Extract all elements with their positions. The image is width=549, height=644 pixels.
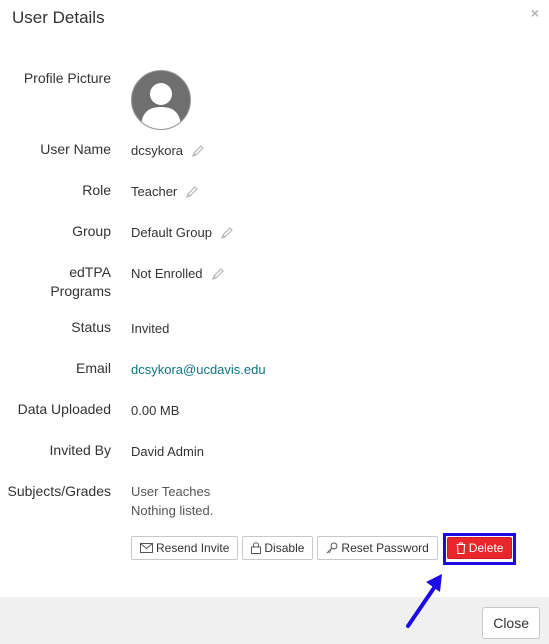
edtpa-value: Not Enrolled [131, 264, 225, 283]
resend-invite-label: Resend Invite [156, 541, 230, 555]
resend-invite-button[interactable]: Resend Invite [131, 536, 239, 560]
role-label: Role [82, 182, 111, 198]
email-link[interactable]: dcsykora@ucdavis.edu [131, 360, 266, 379]
action-button-row: Resend Invite Disable Reset Password Del… [131, 533, 517, 565]
user-name-label: User Name [40, 141, 111, 157]
reset-password-label: Reset Password [341, 541, 429, 555]
key-icon [327, 542, 338, 554]
trash-icon [456, 542, 466, 554]
subjects-grades-value: User Teaches Nothing listed. [131, 482, 213, 520]
envelope-icon [140, 543, 153, 553]
edtpa-label-line2: Programs [50, 283, 111, 299]
pencil-icon[interactable] [191, 144, 205, 158]
disable-label: Disable [264, 541, 305, 555]
subjects-line2: Nothing listed. [131, 503, 214, 518]
invited-by-value: David Admin [131, 444, 204, 459]
edtpa-text: Not Enrolled [131, 266, 203, 281]
invited-by-label: Invited By [49, 442, 111, 458]
user-name-value: dcsykora [131, 141, 205, 160]
close-button[interactable]: Close [482, 607, 540, 639]
pencil-icon[interactable] [211, 267, 225, 281]
role-text: Teacher [131, 184, 178, 199]
email-value: dcsykora@ucdavis.edu [131, 360, 266, 379]
subjects-grades-label: Subjects/Grades [7, 483, 112, 499]
email-label: Email [75, 360, 111, 376]
status-label: Status [71, 319, 111, 335]
data-uploaded-label: Data Uploaded [17, 401, 111, 417]
subjects-line1: User Teaches [131, 484, 211, 499]
pencil-icon[interactable] [220, 226, 234, 240]
group-value: Default Group [131, 223, 234, 242]
user-details-dialog: User Details × Profile Picture User Name… [0, 0, 549, 644]
role-value: Teacher [131, 182, 199, 201]
lock-icon [251, 542, 262, 554]
group-text: Default Group [131, 225, 212, 240]
dialog-footer: Close [0, 597, 549, 644]
edtpa-label-line1: edTPA [69, 264, 111, 280]
profile-picture-label: Profile Picture [23, 70, 111, 86]
edtpa-programs-label: edTPA Programs [0, 263, 111, 301]
delete-label: Delete [468, 541, 504, 555]
pencil-icon[interactable] [185, 185, 199, 199]
data-uploaded-value: 0.00 MB [131, 403, 180, 418]
dialog-title: User Details [12, 8, 105, 27]
status-value: Invited [131, 321, 170, 336]
group-label: Group [72, 223, 111, 239]
delete-highlight-box: Delete [442, 533, 517, 565]
annotation-arrow-icon [406, 574, 442, 628]
user-avatar-icon [141, 83, 181, 129]
close-icon[interactable]: × [531, 5, 539, 21]
disable-button[interactable]: Disable [242, 536, 314, 560]
delete-button[interactable]: Delete [446, 537, 513, 559]
avatar [131, 70, 191, 130]
reset-password-button[interactable]: Reset Password [317, 536, 438, 560]
user-name-text: dcsykora [131, 143, 184, 158]
